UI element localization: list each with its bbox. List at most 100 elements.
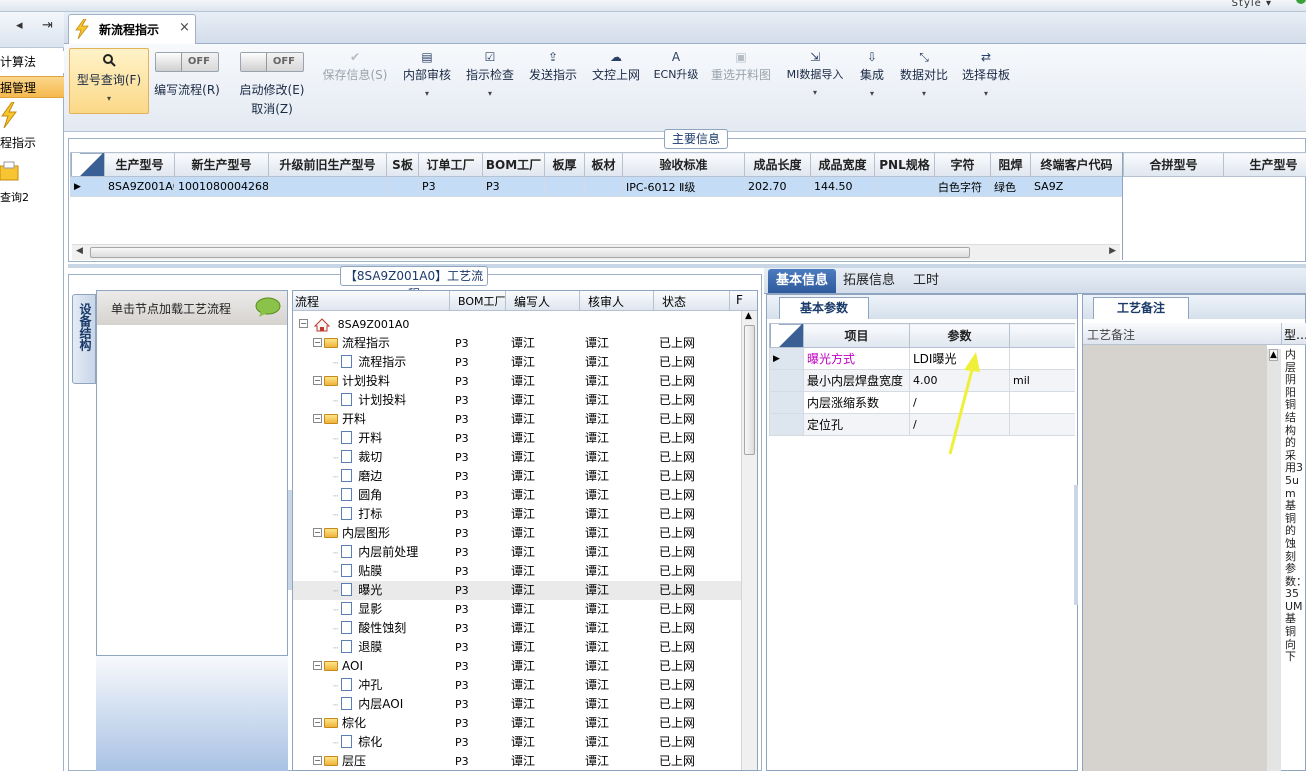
col-6[interactable]: 板厚 [544, 152, 585, 177]
device-structure-tab[interactable]: 设备结构 [72, 294, 96, 384]
table-row[interactable]: 最小内层焊盘宽度 4.00 mil [769, 369, 1075, 392]
tree-node[interactable]: ┄ 内层前处理 [333, 543, 418, 564]
tree-row[interactable]: ┄ 棕化 P3 谭江 谭江 已上网 [293, 733, 743, 752]
tree-row[interactable]: ┄ 曝光 P3 谭江 谭江 已上网 [293, 581, 743, 600]
tab-new-flow-instruction[interactable]: 新流程指示 × [68, 14, 196, 44]
tree-row[interactable]: ┄ 流程指示 P3 谭江 谭江 已上网 [293, 353, 743, 372]
col-reviewer[interactable]: 核审人 [579, 291, 624, 311]
production-model-header[interactable]: 生产型号 [1223, 152, 1306, 177]
tab-basic-info[interactable]: 基本信息 [768, 269, 836, 293]
nav-item-query2[interactable]: 查询2 [0, 189, 29, 205]
cell-12[interactable]: 白色字符 [934, 176, 991, 197]
tree-row[interactable]: ┄ 打标 P3 谭江 谭江 已上网 [293, 505, 743, 524]
cell-unit[interactable] [1009, 413, 1075, 436]
tree-row[interactable]: − 计划投料 P3 谭江 谭江 已上网 [293, 372, 743, 391]
cell-unit[interactable] [1009, 391, 1075, 414]
col-flow[interactable]: 流程 [295, 293, 319, 310]
col-param[interactable]: 参数 [909, 323, 1010, 348]
collapse-icon[interactable]: − [299, 319, 308, 328]
cell-14[interactable]: SA9Z [1030, 176, 1122, 197]
remarks-scrollbar[interactable]: ▲ [1267, 349, 1281, 771]
tree-node[interactable]: ┄ 圆角 [333, 486, 382, 507]
toggle-switch[interactable]: OFF [240, 52, 304, 72]
tree-node[interactable]: ┄ 显影 [333, 600, 382, 621]
tree-node[interactable]: − AOI [313, 657, 363, 676]
integrate-button[interactable]: ⇩ 集成 ▾ [856, 44, 888, 124]
collapse-icon[interactable]: − [313, 376, 322, 385]
cell-0[interactable]: 8SA9Z001A0 [104, 176, 175, 197]
table-row[interactable]: 定位孔 / [769, 413, 1075, 436]
tree-node[interactable]: ┄ 流程指示 [333, 353, 406, 374]
doc-upload-button[interactable]: ☁ 文控上网 [590, 44, 642, 124]
tree-row[interactable]: ┄ 退膜 P3 谭江 谭江 已上网 [293, 638, 743, 657]
tree-node[interactable]: ┄ 酸性蚀刻 [333, 619, 406, 640]
scroll-left-icon[interactable]: ◀ [76, 246, 83, 256]
style-menu[interactable]: Style ▾ [1232, 0, 1272, 9]
tree-node[interactable]: ┄ 棕化 [333, 733, 382, 754]
tree-row[interactable]: ┄ 显影 P3 谭江 谭江 已上网 [293, 600, 743, 619]
table-row[interactable]: 内层涨缩系数 / [769, 391, 1075, 414]
col-bom-factory[interactable]: BOM工厂 [449, 291, 506, 311]
scroll-up-icon[interactable]: ▲ [745, 311, 752, 321]
cell-1[interactable]: 10010800042687 [174, 176, 269, 197]
tree-node[interactable]: ┄ 退膜 [333, 638, 382, 659]
cell-unit[interactable] [1009, 347, 1075, 370]
tree-node[interactable]: ┄ 计划投料 [333, 391, 406, 412]
col-10[interactable]: 成品宽度 [810, 152, 875, 177]
cell-11[interactable] [874, 176, 935, 197]
tree-node[interactable]: − 开料 [313, 410, 366, 429]
close-icon[interactable]: × [179, 20, 190, 35]
tree-row[interactable]: − AOI P3 谭江 谭江 已上网 [293, 657, 743, 676]
cell-13[interactable]: 绿色 [990, 176, 1031, 197]
col-12[interactable]: 字符 [934, 152, 991, 177]
cell-item[interactable]: 定位孔 [803, 413, 910, 436]
nav-item-data-management[interactable]: 据管理 [0, 76, 64, 98]
check-instruction-button[interactable]: ☑ 指示检查 ▾ [464, 44, 516, 124]
toggle-switch[interactable]: OFF [155, 52, 219, 72]
tree-node[interactable]: ┄ 裁切 [333, 448, 382, 469]
tree-node[interactable]: − 内层图形 [313, 524, 390, 543]
tree-node[interactable]: ┄ 开料 [333, 429, 382, 450]
back-icon[interactable]: ◂ [16, 18, 23, 33]
scroll-right-icon[interactable]: ▶ [1109, 246, 1116, 256]
cell-6[interactable] [544, 176, 585, 197]
cell-item[interactable]: 曝光方式 [803, 347, 910, 370]
col-14[interactable]: 终端客户代码 [1030, 152, 1122, 177]
tree-vertical-scrollbar[interactable]: ▲ [741, 311, 757, 770]
cell-unit[interactable]: mil [1009, 369, 1075, 392]
tree-row[interactable]: − 内层图形 P3 谭江 谭江 已上网 [293, 524, 743, 543]
nav-item-flow-instruction[interactable]: 程指示 [0, 134, 36, 151]
collapse-icon[interactable]: − [313, 661, 322, 670]
col-1[interactable]: 新生产型号 [174, 152, 269, 177]
cell-item[interactable]: 最小内层焊盘宽度 [803, 369, 910, 392]
save-info-button[interactable]: ✔ 保存信息(S) [320, 44, 390, 124]
col-3[interactable]: S板 [386, 152, 419, 177]
reselect-cut-drawing-button[interactable]: ▣ 重选开料图 [710, 44, 772, 124]
tab-process-remarks[interactable]: 工艺备注 [1093, 297, 1189, 319]
tree-row[interactable]: − 开料 P3 谭江 谭江 已上网 [293, 410, 743, 429]
collapse-icon[interactable]: − [313, 756, 322, 765]
vertical-splitter[interactable] [288, 490, 292, 590]
cell-10[interactable]: 144.50 [810, 176, 875, 197]
horizontal-scrollbar[interactable]: ◀ ▶ [72, 244, 1120, 260]
tree-node[interactable]: − 流程指示 [313, 334, 390, 353]
col-7[interactable]: 板材 [584, 152, 623, 177]
tree-node[interactable]: ┄ 冲孔 [333, 676, 382, 697]
tree-row[interactable]: ┄ 贴膜 P3 谭江 谭江 已上网 [293, 562, 743, 581]
model-query-button[interactable]: 型号查询(F) ▾ [69, 48, 149, 114]
tree-node[interactable]: ┄ 内层AOI [333, 695, 403, 716]
col-13[interactable]: 阻焊 [990, 152, 1031, 177]
tab-basic-params[interactable]: 基本参数 [779, 297, 869, 319]
tree-row[interactable]: − 层压 P3 谭江 谭江 已上网 [293, 752, 743, 770]
tree-row[interactable]: ┄ 计划投料 P3 谭江 谭江 已上网 [293, 391, 743, 410]
tree-row[interactable]: ┄ 冲孔 P3 谭江 谭江 已上网 [293, 676, 743, 695]
table-row[interactable]: ▶ 曝光方式 LDI曝光 [769, 347, 1075, 370]
tree-node[interactable]: − 计划投料 [313, 372, 390, 391]
tree-node[interactable]: ┄ 打标 [333, 505, 382, 526]
col-9[interactable]: 成品长度 [744, 152, 811, 177]
cell-4[interactable]: P3 [418, 176, 483, 197]
col-11[interactable]: PNL规格 [874, 152, 935, 177]
send-instruction-button[interactable]: ⇪ 发送指示 [527, 44, 579, 124]
merged-model-header[interactable]: 合拼型号 [1123, 152, 1224, 177]
tree-node[interactable]: ┄ 曝光 [333, 581, 382, 602]
